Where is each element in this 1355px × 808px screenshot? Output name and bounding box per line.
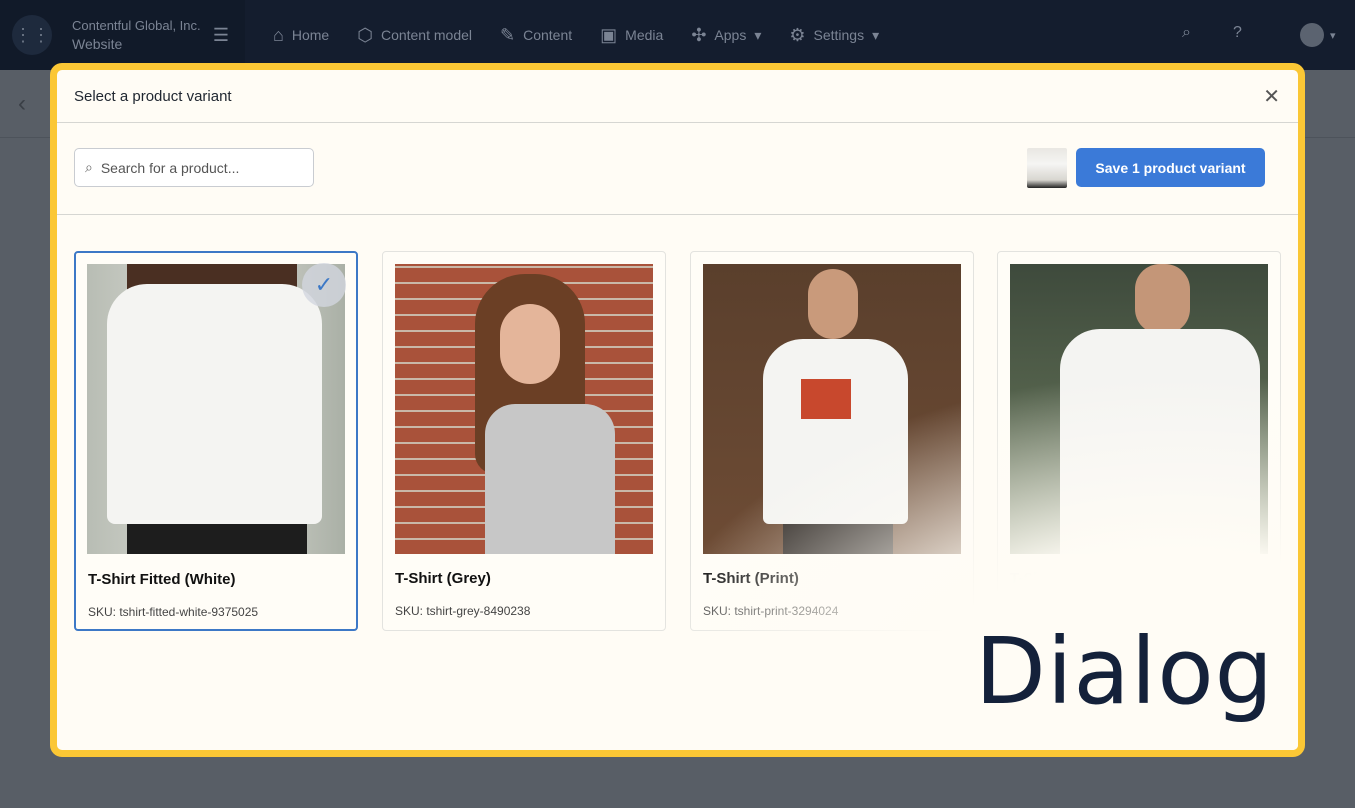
nav-content[interactable]: ✎ Content xyxy=(500,25,572,46)
menu-icon[interactable]: ☰ xyxy=(213,25,229,46)
product-title: T-Shirt Fitted (White) xyxy=(88,571,236,588)
product-image xyxy=(1010,264,1268,554)
caret-down-icon: ▾ xyxy=(872,26,880,43)
checkmark-icon: ✓ xyxy=(302,263,346,307)
product-card[interactable]: ✓ T-Shirt Fitted (White) SKU: tshirt-fit… xyxy=(74,251,358,631)
product-image xyxy=(703,264,961,554)
nav-label: Content model xyxy=(380,27,473,43)
avatar[interactable] xyxy=(1300,23,1324,47)
nav-media[interactable]: ▣ Media xyxy=(600,25,663,46)
space-name: Website xyxy=(72,36,123,52)
cube-icon: ⬡ xyxy=(357,24,373,45)
save-button[interactable]: Save 1 product variant xyxy=(1076,148,1265,187)
home-icon: ⌂ xyxy=(273,24,284,45)
gear-icon: ⚙ xyxy=(789,24,806,45)
pen-icon: ✎ xyxy=(500,24,516,45)
nav-label: Media xyxy=(625,27,664,43)
product-image xyxy=(87,264,345,554)
org-switcher[interactable]: ⋮⋮ Contentful Global, Inc. Website ☰ xyxy=(0,0,245,70)
caret-down-icon[interactable]: ▾ xyxy=(1330,29,1336,42)
dialog: Select a product variant ✕ ⌕ Save 1 prod… xyxy=(50,63,1305,757)
top-navigation: ⋮⋮ Contentful Global, Inc. Website ☰ ⌂ Hom… xyxy=(0,0,1355,70)
nav-label: Settings xyxy=(813,27,865,43)
search-icon[interactable]: ⌕ xyxy=(1182,24,1191,42)
nav-label: Content xyxy=(523,27,573,43)
org-name: Contentful Global, Inc. xyxy=(72,18,201,33)
puzzle-icon: ✣ xyxy=(691,24,707,45)
product-card[interactable]: T-Shirt (Grey) SKU: tshirt-grey-8490238 xyxy=(382,251,666,631)
nav-home[interactable]: ⌂ Home xyxy=(273,25,329,46)
product-sku: SKU: tshirt-fitted-white-9375025 xyxy=(88,605,259,619)
product-card[interactable]: T-Shirt Oversize (White) xyxy=(997,251,1281,631)
nav-content-model[interactable]: ⬡ Content model xyxy=(357,25,472,46)
search-field[interactable]: ⌕ xyxy=(74,148,314,187)
annotation-label: Dialog xyxy=(975,618,1275,725)
product-title: T-Shirt (Print) xyxy=(703,570,799,587)
product-sku: SKU: tshirt-print-3294024 xyxy=(703,604,839,618)
caret-down-icon: ▾ xyxy=(754,26,762,43)
close-icon[interactable]: ✕ xyxy=(1263,84,1280,109)
back-icon: ‹ xyxy=(18,90,26,117)
product-title: T-Shirt (Grey) xyxy=(395,570,491,587)
apps-grid-icon[interactable]: ⋮⋮ xyxy=(12,15,52,55)
product-sku: SKU: tshirt-grey-8490238 xyxy=(395,604,531,618)
divider xyxy=(57,214,1298,215)
image-icon: ▣ xyxy=(600,24,618,45)
product-title: T-Shirt Oversize (White) xyxy=(1010,570,1180,587)
product-card[interactable]: T-Shirt (Print) SKU: tshirt-print-329402… xyxy=(690,251,974,631)
search-input[interactable] xyxy=(100,159,291,176)
dialog-title: Select a product variant xyxy=(74,87,232,105)
selected-product-thumbnail xyxy=(1027,148,1067,188)
nav-settings[interactable]: ⚙ Settings ▾ xyxy=(789,25,879,46)
search-icon: ⌕ xyxy=(85,159,93,175)
nav-label: Apps xyxy=(714,27,747,43)
nav-apps[interactable]: ✣ Apps ▾ xyxy=(691,25,761,46)
product-image xyxy=(395,264,653,554)
nav-label: Home xyxy=(291,27,330,43)
help-icon[interactable]: ? xyxy=(1233,24,1242,42)
